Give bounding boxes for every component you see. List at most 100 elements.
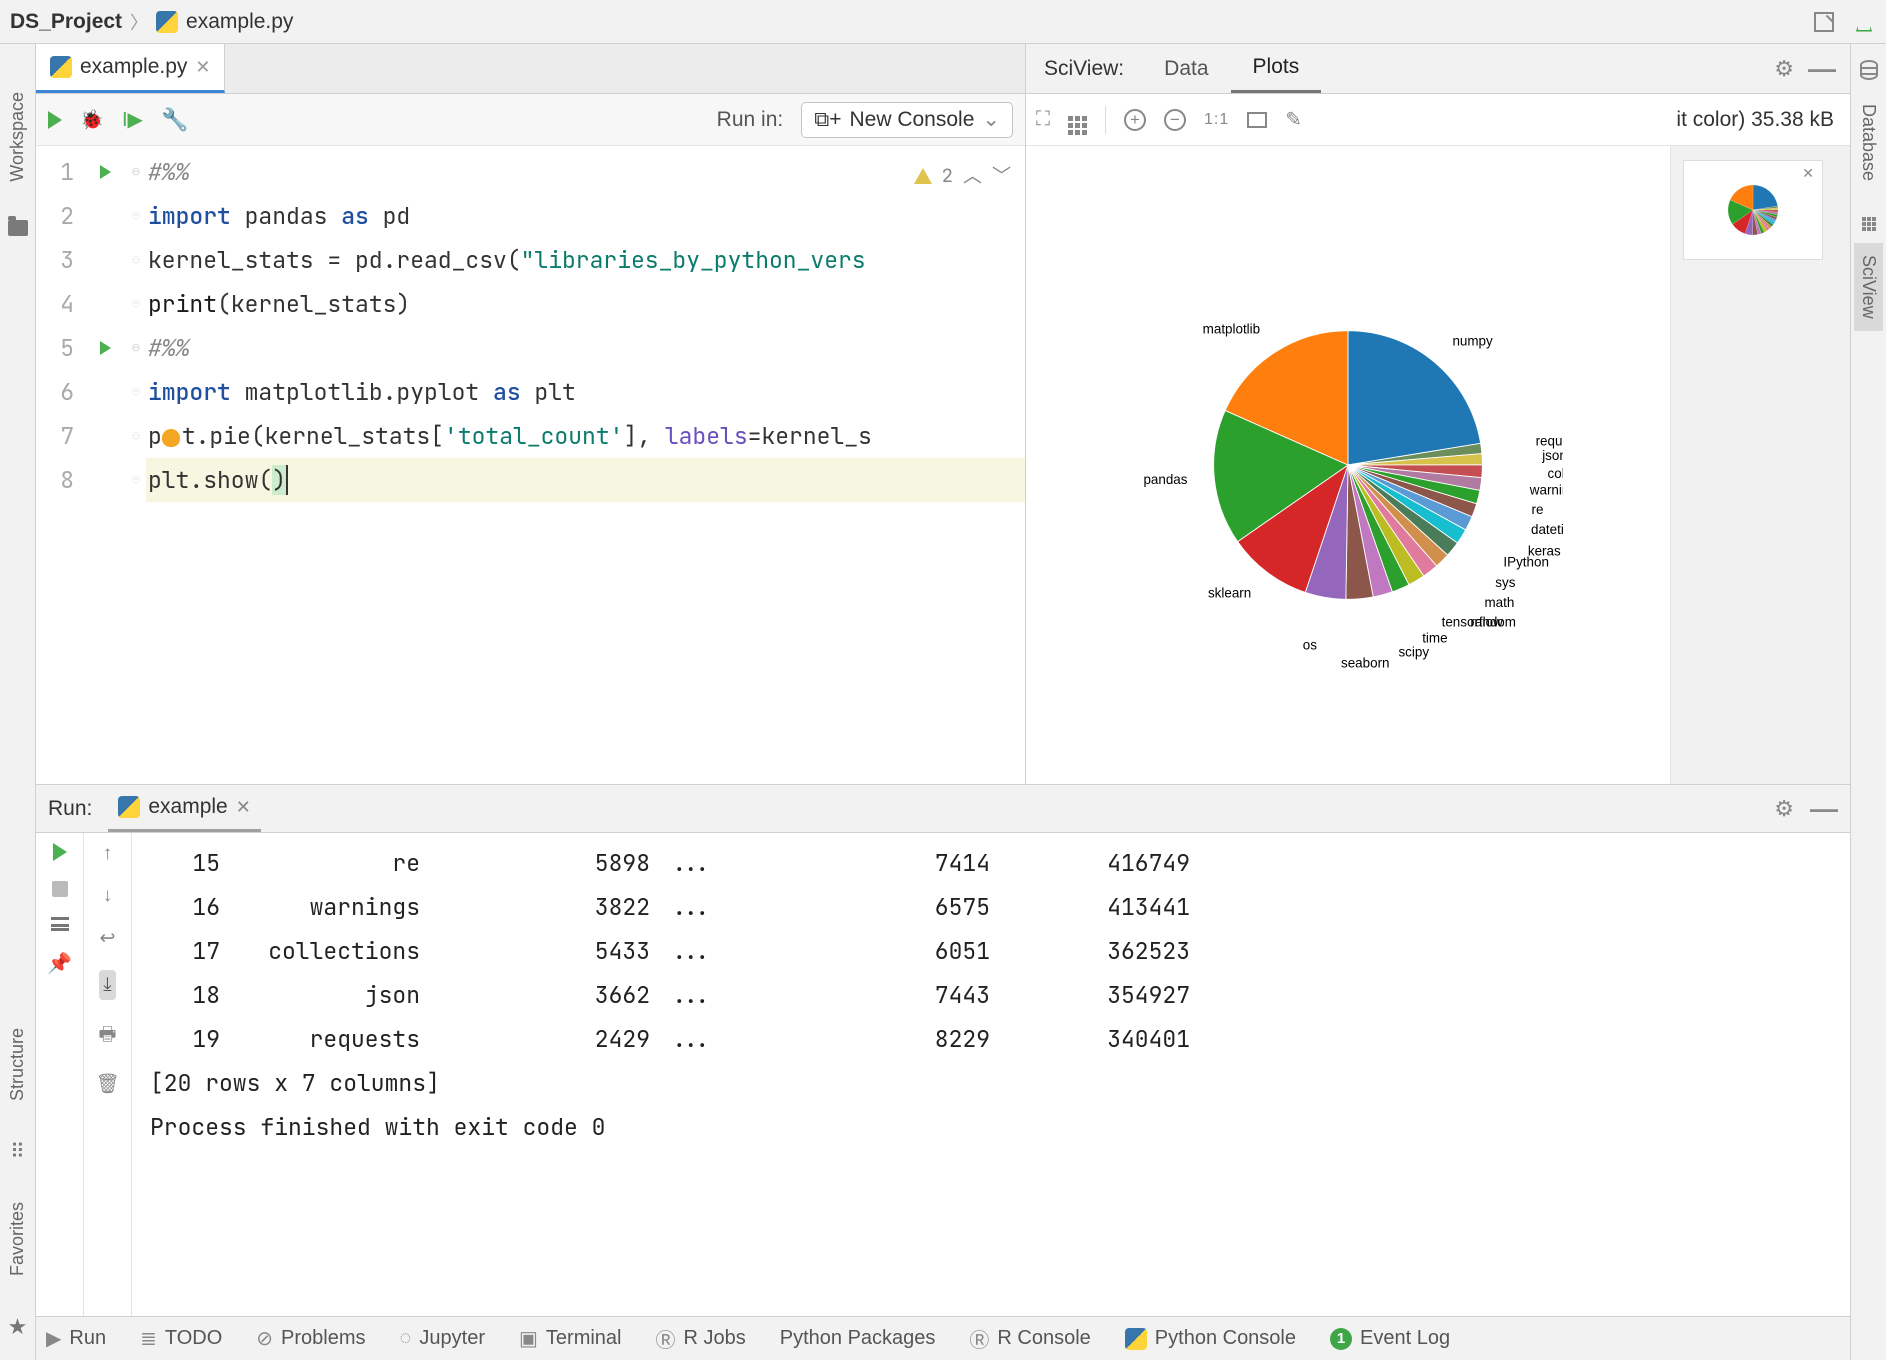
sciview-settings-icon[interactable]: ⚙ — [1774, 56, 1794, 82]
run-actions-left2: ↑ ↓ ↩ ⤓ 🖶 🗑 — [84, 833, 132, 1316]
pin-icon[interactable]: 📌 — [47, 951, 72, 976]
breadcrumb[interactable]: DS_Project 〉 example.py — [10, 9, 293, 35]
run-cell-icon[interactable] — [48, 111, 62, 129]
color-picker-icon[interactable]: ✎ — [1285, 107, 1302, 132]
run-window-tab[interactable]: example ✕ — [108, 785, 260, 832]
next-highlight-icon[interactable]: ﹀ — [992, 154, 1011, 198]
close-run-tab-icon[interactable]: ✕ — [236, 797, 251, 818]
grid-icon[interactable] — [1068, 105, 1087, 135]
editor-toolbar: 🐞 I▶ 🔧 Run in: ⧉+ New Console ⌄ — [36, 94, 1025, 146]
actual-size-icon[interactable]: 1:1 — [1204, 111, 1229, 129]
svg-text:datetime: datetime — [1531, 522, 1563, 537]
layout-icon[interactable] — [51, 917, 69, 931]
down-arrow-icon[interactable]: ↓ — [103, 885, 113, 907]
favorites-tool-button[interactable]: Favorites — [7, 1194, 28, 1284]
statusbar-r-console[interactable]: ⓇR Console — [969, 1324, 1090, 1353]
flask-icon[interactable] — [1852, 10, 1876, 34]
rerun-icon[interactable] — [53, 843, 67, 861]
database-icon[interactable] — [1860, 60, 1878, 80]
plot-thumbnail[interactable]: ✕ — [1683, 160, 1823, 260]
soft-wrap-icon[interactable]: ↩ — [100, 927, 116, 950]
sciview-tab-data[interactable]: Data — [1142, 44, 1230, 93]
sciview-tab-plots[interactable]: Plots — [1231, 44, 1322, 93]
database-tool-button[interactable]: Database — [1854, 92, 1883, 193]
breadcrumb-separator: 〉 — [130, 9, 148, 35]
close-thumbnail-icon[interactable]: ✕ — [1802, 165, 1814, 182]
statusbar-jupyter[interactable]: ◌Jupyter — [400, 1327, 485, 1350]
svg-text:sklearn: sklearn — [1208, 586, 1251, 601]
runin-label: Run in: — [717, 108, 784, 132]
stop-icon[interactable] — [52, 881, 68, 897]
sciview-tool-button[interactable]: SciView — [1854, 243, 1883, 331]
editor-tabstrip: example.py ✕ — [36, 44, 1025, 94]
close-tab-icon[interactable]: ✕ — [195, 57, 210, 78]
right-tool-rail: Database SciView — [1850, 44, 1886, 1360]
breadcrumb-project[interactable]: DS_Project — [10, 10, 122, 34]
statusbar-run[interactable]: ▶Run — [46, 1326, 106, 1351]
statusbar-todo[interactable]: ≣TODO — [140, 1326, 222, 1351]
svg-text:matplotlib: matplotlib — [1203, 321, 1260, 336]
run-window-tab-label: example — [148, 795, 227, 819]
runin-value: New Console — [849, 108, 974, 132]
up-arrow-icon[interactable]: ↑ — [103, 843, 113, 865]
svg-text:re: re — [1532, 502, 1544, 517]
svg-text:warnings: warnings — [1529, 483, 1563, 498]
svg-text:scipy: scipy — [1398, 644, 1429, 659]
sciview-header: SciView: Data Plots ⚙ — — [1026, 44, 1850, 94]
sciview-pane: SciView: Data Plots ⚙ — ⛶ + − 1:1 — [1026, 44, 1850, 784]
run-below-icon[interactable]: I▶ — [122, 107, 143, 132]
sciview-hide-icon[interactable]: — — [1794, 53, 1850, 85]
svg-text:numpy: numpy — [1452, 334, 1493, 349]
sciview-grid-icon[interactable] — [1862, 205, 1876, 231]
svg-text:requests: requests — [1536, 433, 1563, 448]
workspace-tool-button[interactable]: Workspace — [7, 84, 28, 190]
plot-thumbnails: ✕ — [1670, 146, 1850, 784]
statusbar-python-console[interactable]: Python Console — [1125, 1327, 1296, 1350]
statusbar-terminal[interactable]: ▣Terminal — [519, 1326, 621, 1351]
run-window-label: Run: — [48, 797, 92, 821]
run-console-output[interactable]: 15re5898...741441674916warnings3822...65… — [132, 833, 1850, 1316]
svg-text:sys: sys — [1495, 575, 1515, 590]
structure-tool-button[interactable]: Structure — [7, 1020, 28, 1109]
warning-count: 2 — [942, 154, 953, 198]
chevron-down-icon: ⌄ — [982, 107, 1000, 132]
project-folder-icon[interactable] — [8, 220, 28, 236]
runin-selector[interactable]: ⧉+ New Console ⌄ — [801, 102, 1013, 138]
statusbar-python-packages[interactable]: Python Packages — [780, 1327, 936, 1350]
prev-highlight-icon[interactable]: ︿ — [963, 154, 982, 198]
run-tool-window: Run: example ✕ ⚙ — 📌 — [36, 784, 1850, 1316]
python-file-icon — [118, 796, 140, 818]
warning-icon — [914, 168, 932, 184]
fit-icon[interactable]: ⛶ — [1036, 108, 1050, 131]
code-editor[interactable]: 2 ︿ ﹀ 12345678 ⊖⊖⊖⊖⊖⊖⊖⊖ #%%import pandas… — [36, 146, 1025, 784]
statusbar-event-log[interactable]: 1Event Log — [1330, 1327, 1450, 1350]
svg-text:json: json — [1541, 448, 1563, 463]
python-file-icon — [156, 11, 178, 33]
python-file-icon — [50, 56, 72, 78]
statusbar-problems[interactable]: ⊘Problems — [256, 1326, 365, 1351]
left-tool-rail: Workspace Structure ⠿ Favorites ★ — [0, 44, 36, 1360]
breadcrumb-file[interactable]: example.py — [186, 10, 293, 34]
run-settings-icon[interactable]: ⚙ — [1774, 796, 1794, 822]
sciview-title: SciView: — [1026, 57, 1142, 81]
zoom-out-icon[interactable]: − — [1164, 109, 1186, 131]
zoom-in-icon[interactable]: + — [1124, 109, 1146, 131]
svg-text:math: math — [1484, 595, 1514, 610]
status-bar: ▶Run ≣TODO ⊘Problems ◌Jupyter ▣Terminal ⓇR Jo… — [36, 1316, 1850, 1360]
print-icon[interactable]: 🖶 — [99, 1020, 117, 1052]
trash-icon[interactable]: 🗑 — [95, 1072, 119, 1096]
run-hide-icon[interactable]: — — [1810, 793, 1838, 825]
settings-wrench-icon[interactable]: 🔧 — [161, 107, 188, 133]
inspection-widget[interactable]: 2 ︿ ﹀ — [914, 154, 1011, 198]
statusbar-r-jobs[interactable]: ⓇR Jobs — [656, 1324, 746, 1353]
editor-tab-example[interactable]: example.py ✕ — [36, 44, 225, 93]
svg-text:seaborn: seaborn — [1341, 656, 1390, 671]
plot-viewer[interactable]: numpyrequestsjsoncollectionswarningsreda… — [1026, 146, 1670, 784]
scroll-to-end-icon[interactable]: ⤓ — [99, 970, 115, 1000]
svg-text:pandas: pandas — [1143, 472, 1187, 487]
export-icon[interactable] — [1247, 112, 1267, 128]
editor-tab-label: example.py — [80, 55, 187, 79]
scratch-file-icon[interactable] — [1812, 10, 1836, 34]
top-breadcrumb-bar: DS_Project 〉 example.py — [0, 0, 1886, 44]
debug-cell-icon[interactable]: 🐞 — [80, 108, 104, 132]
